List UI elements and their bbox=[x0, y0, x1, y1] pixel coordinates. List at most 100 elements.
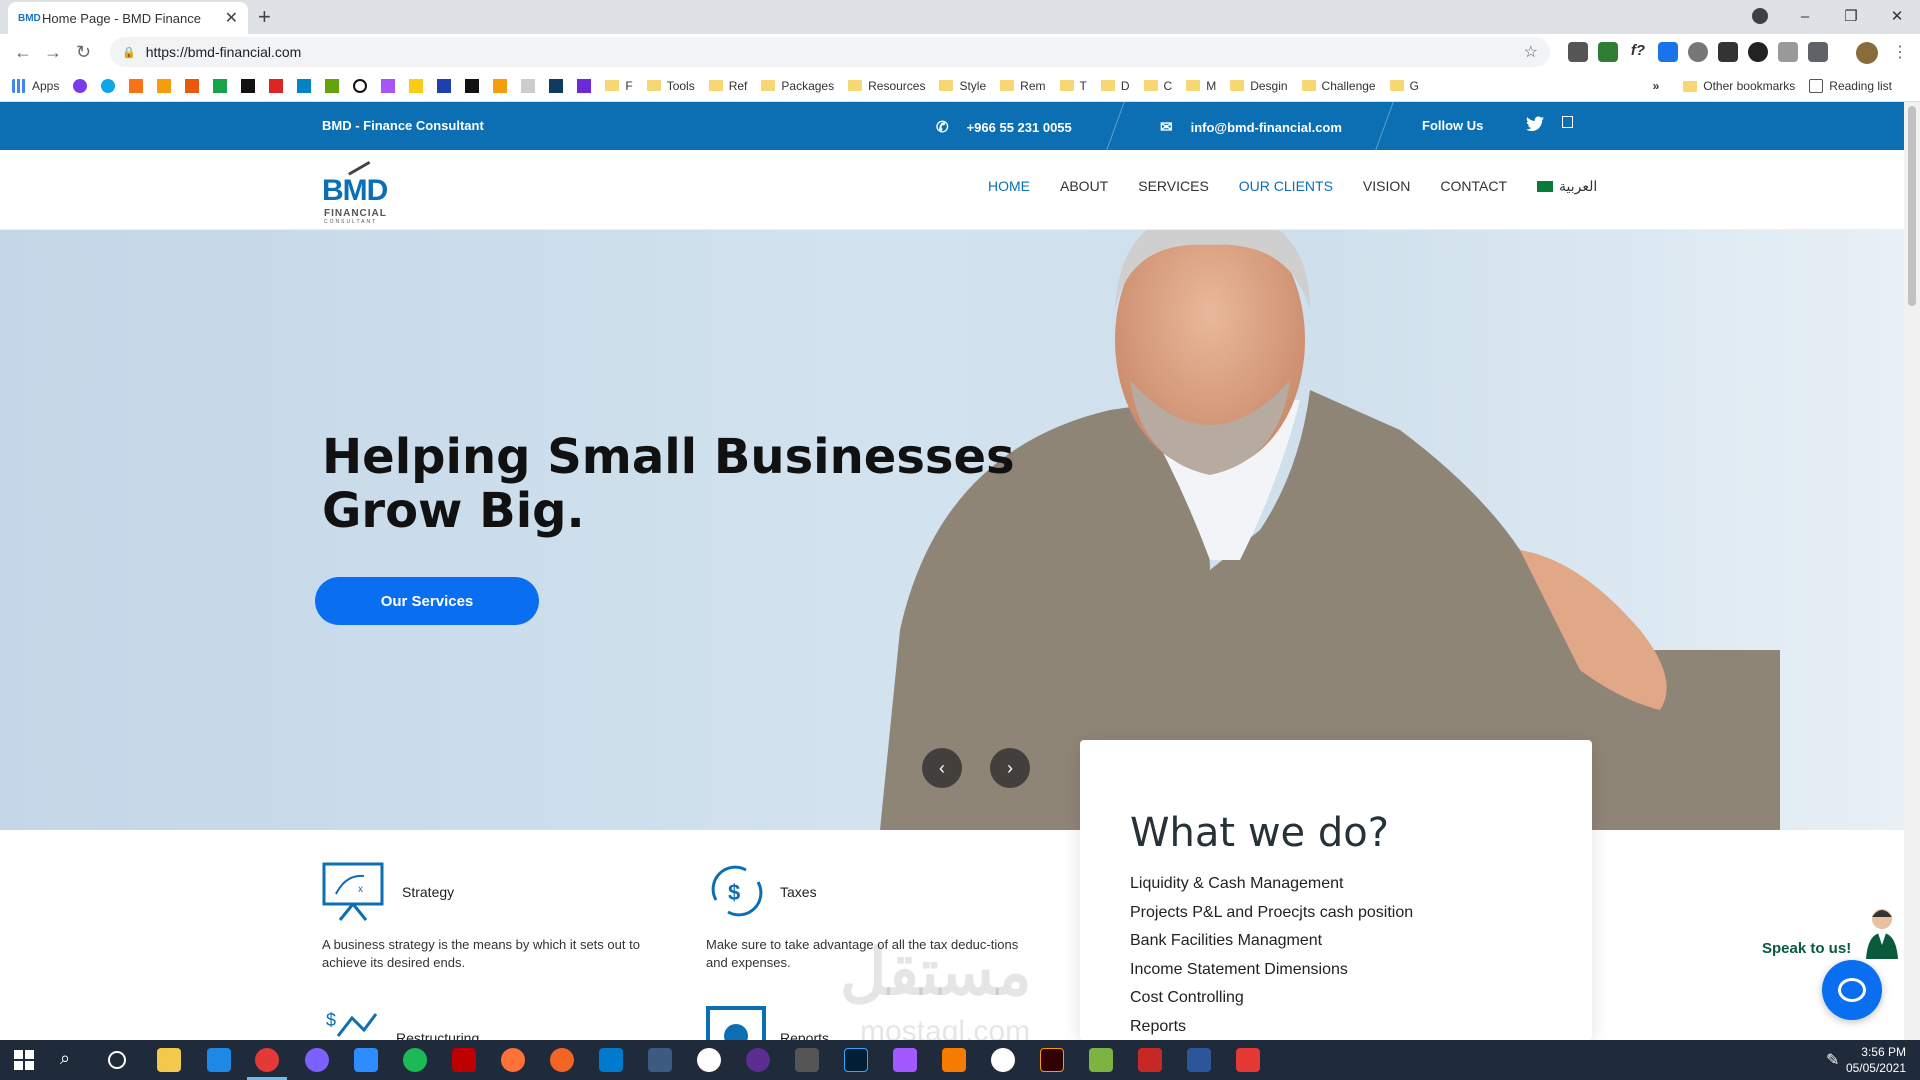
reading-list[interactable]: Reading list bbox=[1809, 79, 1892, 93]
bookmark-folder[interactable]: Style bbox=[939, 79, 986, 93]
forward-icon[interactable]: → bbox=[44, 42, 62, 63]
bookmark-folder[interactable]: Ref bbox=[708, 79, 747, 93]
slider-next-icon[interactable]: › bbox=[990, 748, 1030, 788]
extension-icon[interactable] bbox=[1658, 42, 1678, 62]
page-scrollbar[interactable] bbox=[1904, 102, 1920, 1040]
bookmark-apps[interactable]: Apps bbox=[12, 78, 59, 93]
eyedropper-icon[interactable] bbox=[1778, 42, 1798, 62]
app-icon[interactable] bbox=[795, 1048, 819, 1072]
chat-open-button[interactable] bbox=[1822, 960, 1882, 1020]
nav-about[interactable]: ABOUT bbox=[1060, 178, 1108, 195]
bookmark-icon[interactable] bbox=[521, 78, 536, 93]
back-icon[interactable]: ← bbox=[14, 42, 32, 63]
extension-icon[interactable] bbox=[1718, 42, 1738, 62]
bookmark-icon[interactable] bbox=[549, 78, 564, 93]
app-icon[interactable] bbox=[991, 1048, 1015, 1072]
new-tab-button[interactable]: + bbox=[258, 4, 271, 30]
bookmark-folder[interactable]: Resources bbox=[848, 79, 925, 93]
zoom-icon[interactable] bbox=[354, 1048, 378, 1072]
minimize-icon[interactable]: – bbox=[1782, 8, 1828, 25]
nav-home[interactable]: HOME bbox=[988, 178, 1030, 195]
extension-icon[interactable] bbox=[1688, 42, 1708, 62]
windows-start-icon[interactable] bbox=[14, 1050, 34, 1070]
filezilla-icon[interactable] bbox=[452, 1048, 476, 1072]
extension-icon[interactable] bbox=[1568, 42, 1588, 62]
bookmark-icon[interactable] bbox=[101, 78, 116, 93]
cortana-icon[interactable] bbox=[108, 1051, 126, 1069]
firefox-icon[interactable] bbox=[501, 1048, 525, 1072]
app-icon[interactable] bbox=[1089, 1048, 1113, 1072]
close-tab-icon[interactable]: ✕ bbox=[225, 8, 238, 28]
our-services-button[interactable]: Our Services bbox=[315, 577, 539, 625]
puzzle-icon[interactable] bbox=[1808, 42, 1828, 62]
browser-tab[interactable]: BMD Home Page - BMD Finance ✕ bbox=[8, 2, 248, 34]
bookmark-icon[interactable] bbox=[577, 78, 592, 93]
bookmark-star-icon[interactable]: ☆ bbox=[1524, 42, 1538, 62]
bookmark-icon[interactable] bbox=[129, 78, 144, 93]
bookmark-icon[interactable] bbox=[213, 78, 228, 93]
bookmark-icon[interactable] bbox=[353, 78, 368, 93]
restore-icon[interactable]: ❐ bbox=[1828, 7, 1874, 25]
vscode-icon[interactable] bbox=[599, 1048, 623, 1072]
photoshop-icon[interactable] bbox=[844, 1048, 868, 1072]
illustrator-icon[interactable] bbox=[1040, 1048, 1064, 1072]
reload-icon[interactable]: ↻ bbox=[76, 42, 91, 63]
extension-icon[interactable] bbox=[1748, 42, 1768, 62]
bookmark-folder[interactable]: G bbox=[1389, 79, 1419, 93]
bookmark-folder[interactable]: C bbox=[1143, 79, 1172, 93]
address-bar[interactable]: 🔒 https://bmd-financial.com ☆ bbox=[110, 37, 1550, 67]
word-icon[interactable] bbox=[1187, 1048, 1211, 1072]
tab-search-icon[interactable] bbox=[1752, 8, 1768, 24]
bookmark-folder[interactable]: D bbox=[1100, 79, 1130, 93]
bookmark-icon[interactable] bbox=[465, 78, 480, 93]
app-icon[interactable] bbox=[1138, 1048, 1162, 1072]
app-icon[interactable] bbox=[942, 1048, 966, 1072]
app-icon[interactable] bbox=[697, 1048, 721, 1072]
bmd-logo[interactable]: BMD FINANCIAL CONSULTANT bbox=[322, 160, 402, 225]
more-bookmarks-icon[interactable]: » bbox=[1653, 79, 1660, 93]
bookmark-folder[interactable]: Tools bbox=[646, 79, 695, 93]
bookmark-folder[interactable]: T bbox=[1059, 79, 1087, 93]
nav-services[interactable]: SERVICES bbox=[1138, 178, 1209, 195]
bookmark-icon[interactable] bbox=[381, 78, 396, 93]
app-icon[interactable] bbox=[1236, 1048, 1260, 1072]
topbar-email[interactable]: ✉ info@bmd-financial.com bbox=[1160, 118, 1342, 136]
profile-avatar[interactable] bbox=[1856, 42, 1878, 64]
extension-icon[interactable]: f? bbox=[1628, 42, 1648, 62]
extension-icon[interactable] bbox=[1598, 42, 1618, 62]
scrollbar-thumb[interactable] bbox=[1908, 106, 1916, 306]
bookmark-icon[interactable] bbox=[437, 78, 452, 93]
nav-language-arabic[interactable]: العربية bbox=[1537, 178, 1597, 195]
app-icon[interactable] bbox=[550, 1048, 574, 1072]
instagram-icon[interactable] bbox=[1562, 116, 1573, 128]
bookmark-folder[interactable]: M bbox=[1186, 79, 1216, 93]
spotify-icon[interactable] bbox=[403, 1048, 427, 1072]
nav-vision[interactable]: VISION bbox=[1363, 178, 1410, 195]
bookmark-icon[interactable] bbox=[297, 78, 312, 93]
speak-to-us-label[interactable]: Speak to us! bbox=[1762, 940, 1851, 957]
search-icon[interactable]: ⌕ bbox=[60, 1048, 84, 1072]
figma-icon[interactable] bbox=[893, 1048, 917, 1072]
topbar-phone[interactable]: ✆ +966 55 231 0055 bbox=[936, 118, 1072, 136]
bookmark-icon[interactable] bbox=[269, 78, 284, 93]
nav-contact[interactable]: CONTACT bbox=[1440, 178, 1507, 195]
bookmark-icon[interactable] bbox=[493, 78, 508, 93]
bookmark-folder[interactable]: F bbox=[605, 79, 633, 93]
file-explorer-icon[interactable] bbox=[157, 1048, 181, 1072]
mail-icon[interactable] bbox=[207, 1048, 231, 1072]
chrome-icon[interactable] bbox=[255, 1048, 279, 1072]
bookmark-icon[interactable] bbox=[185, 78, 200, 93]
pen-icon[interactable]: ✎ bbox=[1826, 1050, 1839, 1070]
bookmark-folder[interactable]: Rem bbox=[1000, 79, 1046, 93]
bookmark-icon[interactable] bbox=[73, 78, 88, 93]
close-window-icon[interactable]: ✕ bbox=[1874, 7, 1920, 25]
system-clock[interactable]: 3:56 PM 05/05/2021 bbox=[1846, 1044, 1906, 1076]
bookmark-icon[interactable] bbox=[157, 78, 172, 93]
app-icon[interactable] bbox=[648, 1048, 672, 1072]
bookmark-folder[interactable]: Packages bbox=[761, 79, 834, 93]
nav-our-clients[interactable]: OUR CLIENTS bbox=[1239, 178, 1333, 195]
bookmark-folder[interactable]: Challenge bbox=[1301, 79, 1376, 93]
messenger-icon[interactable] bbox=[305, 1048, 329, 1072]
app-icon[interactable] bbox=[746, 1048, 770, 1072]
other-bookmarks[interactable]: Other bookmarks bbox=[1683, 79, 1795, 93]
